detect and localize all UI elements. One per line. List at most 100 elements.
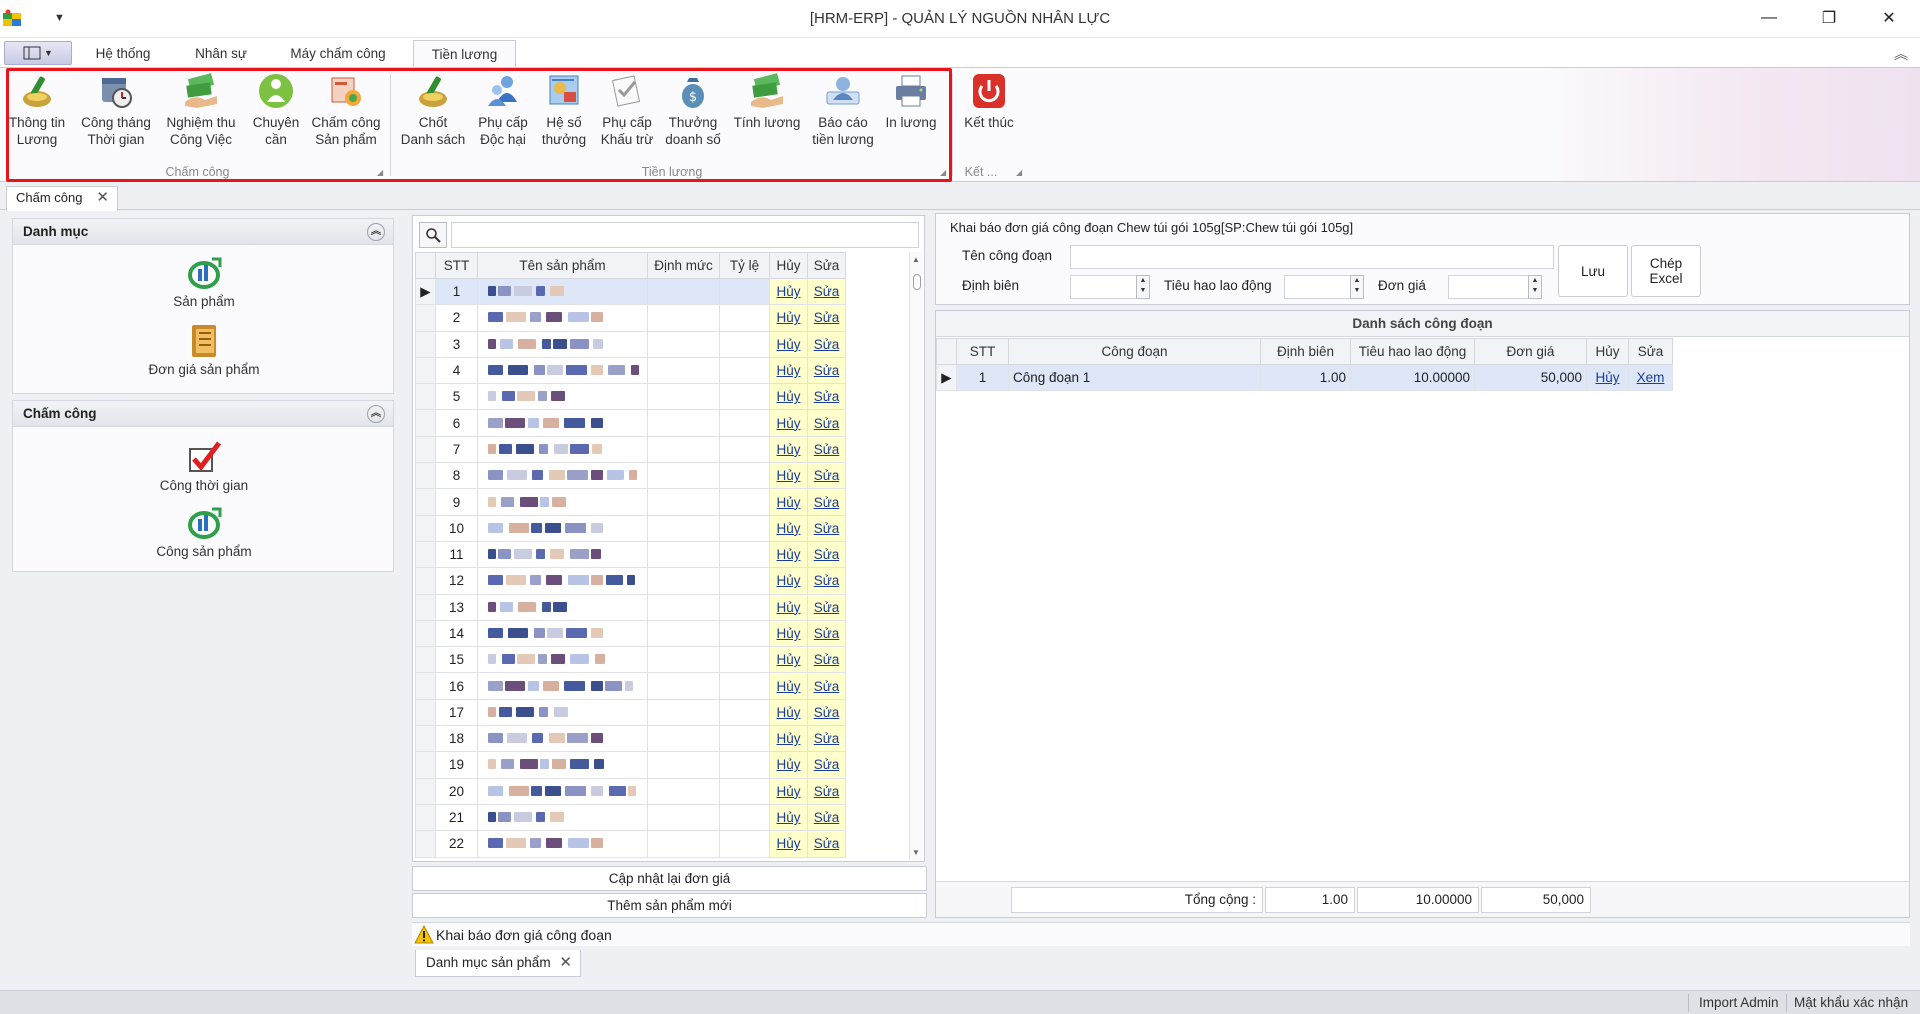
- labor-spinner[interactable]: ▲ ▼: [1350, 275, 1364, 299]
- tab-danh-muc-san-pham[interactable]: Danh mục sản phẩm ✕: [415, 950, 581, 977]
- column-header-stt[interactable]: STT: [956, 338, 1009, 365]
- cancel-link[interactable]: Hủy: [769, 751, 808, 779]
- column-header-stt[interactable]: STT: [435, 252, 478, 279]
- cancel-link[interactable]: Hủy: [769, 830, 808, 858]
- tab-cham-cong-document[interactable]: Chấm công ✕: [6, 186, 118, 211]
- cancel-link[interactable]: Hủy: [769, 462, 808, 490]
- cancel-link[interactable]: Hủy: [769, 277, 808, 306]
- cancel-link[interactable]: Hủy: [769, 304, 808, 332]
- export-excel-button[interactable]: Chép Excel: [1631, 245, 1701, 297]
- edit-link[interactable]: Sửa: [807, 435, 846, 464]
- cancel-link[interactable]: Hủy: [769, 698, 808, 727]
- table-row[interactable]: 14 Hủy Sửa: [415, 619, 910, 648]
- column-header-sua[interactable]: Sửa: [1628, 338, 1673, 365]
- edit-link[interactable]: Sửa: [807, 462, 846, 490]
- product-grid-scrollbar[interactable]: ▲ ▼: [909, 252, 923, 860]
- nav-group-header[interactable]: Danh mục ︽: [13, 219, 393, 245]
- app-menu-button[interactable]: ▼: [4, 41, 72, 65]
- table-row[interactable]: 21 Hủy Sửa: [415, 803, 910, 832]
- table-row[interactable]: 16 Hủy Sửa: [415, 672, 910, 700]
- edit-link[interactable]: Sửa: [807, 646, 846, 674]
- nav-item-don-gia-san-pham[interactable]: Đơn giá sản phẩm: [13, 323, 395, 377]
- cancel-link[interactable]: Hủy: [769, 383, 808, 411]
- cancel-link[interactable]: Hủy: [769, 409, 808, 437]
- tab-may-cham-cong[interactable]: Máy chấm công: [280, 40, 396, 68]
- edit-link[interactable]: Sửa: [807, 698, 846, 727]
- search-input[interactable]: [451, 222, 919, 248]
- cancel-link[interactable]: Hủy: [1586, 363, 1629, 392]
- table-row[interactable]: 7 Hủy Sửa: [415, 435, 910, 464]
- edit-link[interactable]: Sửa: [807, 830, 846, 858]
- table-row[interactable]: 10 Hủy Sửa: [415, 514, 910, 542]
- edit-link[interactable]: Sửa: [807, 330, 846, 358]
- tab-he-thong[interactable]: Hệ thống: [80, 40, 166, 68]
- edit-link[interactable]: Sửa: [807, 593, 846, 621]
- table-row[interactable]: 12 Hủy Sửa: [415, 567, 910, 595]
- minimize-button[interactable]: —: [1749, 4, 1789, 32]
- status-import[interactable]: Import Admin: [1699, 995, 1779, 1010]
- table-row[interactable]: 19 Hủy Sửa: [415, 751, 910, 779]
- table-row[interactable]: 17 Hủy Sửa: [415, 698, 910, 727]
- table-row[interactable]: 3 Hủy Sửa: [415, 330, 910, 358]
- cancel-link[interactable]: Hủy: [769, 725, 808, 753]
- edit-link[interactable]: Sửa: [807, 277, 846, 306]
- edit-link[interactable]: Sửa: [807, 356, 846, 385]
- scrollbar-thumb[interactable]: [913, 274, 921, 290]
- close-tab-icon[interactable]: ✕: [96, 187, 109, 209]
- cancel-link[interactable]: Hủy: [769, 567, 808, 595]
- edit-link[interactable]: Sửa: [807, 619, 846, 648]
- column-header-ten-san-pham[interactable]: Tên sản phẩm: [477, 252, 648, 279]
- save-button[interactable]: Lưu: [1558, 245, 1628, 297]
- table-row[interactable]: 11 Hủy Sửa: [415, 540, 910, 569]
- cancel-link[interactable]: Hủy: [769, 540, 808, 569]
- edit-link[interactable]: Sửa: [807, 540, 846, 569]
- nav-item-cong-san-pham[interactable]: Công sản phẩm: [13, 505, 395, 559]
- close-tab-icon[interactable]: ✕: [559, 950, 572, 976]
- nav-item-san-pham[interactable]: Sản phẩm: [13, 255, 395, 309]
- collapse-icon[interactable]: ︽: [367, 223, 385, 241]
- column-header-ty-le[interactable]: Tỷ lệ: [719, 252, 770, 279]
- cancel-link[interactable]: Hủy: [769, 514, 808, 542]
- column-header-tieu-hao[interactable]: Tiêu hao lao động: [1350, 338, 1475, 365]
- unit-price-spinner[interactable]: ▲ ▼: [1528, 275, 1542, 299]
- edit-link[interactable]: Sửa: [807, 383, 846, 411]
- edit-link[interactable]: Sửa: [807, 488, 846, 516]
- table-row[interactable]: ▶ 1 Công đoạn 1 1.00 10.00000 50,000 Hủy…: [936, 363, 1673, 392]
- edit-link[interactable]: Sửa: [807, 725, 846, 753]
- table-row[interactable]: 13 Hủy Sửa: [415, 593, 910, 621]
- stage-name-input[interactable]: [1070, 245, 1554, 269]
- staffing-spinner[interactable]: ▲ ▼: [1136, 275, 1150, 299]
- add-product-button[interactable]: Thêm sản phẩm mới: [412, 893, 927, 918]
- scroll-up-icon[interactable]: ▲: [912, 255, 920, 264]
- search-button[interactable]: [419, 222, 447, 248]
- edit-link[interactable]: Sửa: [807, 803, 846, 832]
- tab-tien-luong[interactable]: Tiền lương: [413, 40, 516, 68]
- column-header-huy[interactable]: Hủy: [769, 252, 808, 279]
- view-link[interactable]: Xem: [1628, 363, 1673, 392]
- cancel-link[interactable]: Hủy: [769, 593, 808, 621]
- column-header-dinh-muc[interactable]: Định mức: [647, 252, 720, 279]
- cancel-link[interactable]: Hủy: [769, 330, 808, 358]
- table-row[interactable]: 18 Hủy Sửa: [415, 725, 910, 753]
- table-row[interactable]: 20 Hủy Sửa: [415, 777, 910, 805]
- edit-link[interactable]: Sửa: [807, 409, 846, 437]
- table-row[interactable]: 4 Hủy Sửa: [415, 356, 910, 385]
- column-header-don-gia[interactable]: Đơn giá: [1474, 338, 1587, 365]
- cancel-link[interactable]: Hủy: [769, 777, 808, 805]
- table-row[interactable]: 5 Hủy Sửa: [415, 383, 910, 411]
- nav-item-cong-thoi-gian[interactable]: Công thời gian: [13, 439, 395, 493]
- nav-group-header[interactable]: Chấm công ︽: [13, 401, 393, 427]
- cancel-link[interactable]: Hủy: [769, 435, 808, 464]
- table-row[interactable]: 9 Hủy Sửa: [415, 488, 910, 516]
- column-header-dinh-bien[interactable]: Định biên: [1260, 338, 1351, 365]
- edit-link[interactable]: Sửa: [807, 751, 846, 779]
- edit-link[interactable]: Sửa: [807, 672, 846, 700]
- cancel-link[interactable]: Hủy: [769, 646, 808, 674]
- scroll-down-icon[interactable]: ▼: [912, 848, 920, 857]
- status-password[interactable]: Mật khẩu xác nhận: [1794, 995, 1908, 1010]
- collapse-ribbon-icon[interactable]: ︽: [1894, 44, 1908, 64]
- collapse-icon[interactable]: ︽: [367, 405, 385, 423]
- table-row[interactable]: 2 Hủy Sửa: [415, 304, 910, 332]
- table-row[interactable]: 6 Hủy Sửa: [415, 409, 910, 437]
- edit-link[interactable]: Sửa: [807, 514, 846, 542]
